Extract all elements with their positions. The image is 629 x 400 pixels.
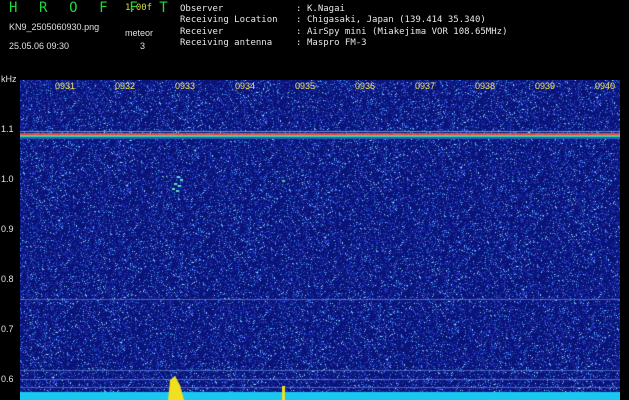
y-tick-label: 0.6: [1, 374, 14, 384]
x-tick-label: 0933: [175, 81, 196, 91]
spectrogram: [20, 80, 620, 400]
antenna-value: Maspro FM-3: [307, 38, 367, 48]
y-tick-label: 0.9: [1, 224, 14, 234]
x-tick-label: 0938: [475, 81, 496, 91]
antenna-label: Receiving antenna: [180, 38, 273, 48]
colon: :: [296, 4, 302, 14]
x-tick-label: 0932: [115, 81, 136, 91]
location-label: Receiving Location: [180, 15, 278, 25]
x-tick-label: 0931: [55, 81, 76, 91]
header: H R O F F T 1.00f KN9_2505060930.png met…: [0, 0, 629, 80]
colon: :: [296, 27, 302, 37]
location-value: Chigasaki, Japan (139.414 35.340): [307, 15, 486, 25]
date-time: 25.05.06 09:30: [9, 41, 70, 51]
y-tick-label: 0.8: [1, 274, 14, 284]
x-tick-label: 0939: [535, 81, 556, 91]
x-tick-label: 0940: [595, 81, 616, 91]
y-tick-label: 1.1: [1, 124, 14, 134]
file-name: KN9_2505060930.png: [9, 22, 100, 32]
observer-value: K.Nagai: [307, 4, 345, 14]
app-version: 1.00f: [125, 3, 153, 13]
colon: :: [296, 15, 302, 25]
y-axis-unit: kHz: [1, 74, 17, 84]
x-tick-label: 0935: [295, 81, 316, 91]
meteor-count: 3: [140, 41, 146, 51]
receiver-label: Receiver: [180, 27, 224, 37]
x-tick-label: 0934: [235, 81, 256, 91]
x-tick-label: 0937: [415, 81, 436, 91]
y-tick-label: 0.7: [1, 324, 14, 334]
receiver-value: AirSpy mini (Miakejima VOR 108.65MHz): [307, 27, 508, 37]
x-tick-label: 0936: [355, 81, 376, 91]
meteor-label: meteor: [125, 28, 154, 38]
y-tick-label: 1.0: [1, 174, 14, 184]
observer-label: Observer: [180, 4, 224, 14]
right-margin: [620, 80, 629, 400]
colon: :: [296, 38, 302, 48]
